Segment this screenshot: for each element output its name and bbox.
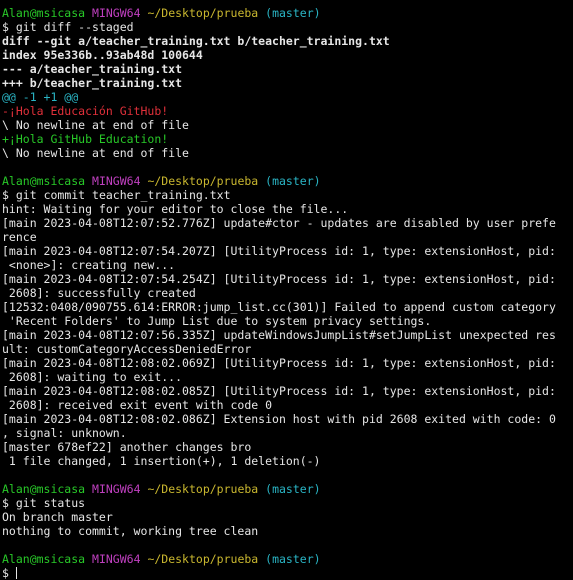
prompt-user-host: Alan@msicasa [2, 174, 86, 188]
output-line: [main 2023-04-08T12:08:02.069Z] [Utility… [2, 356, 556, 370]
output-line: [12532:0408/090755.614:ERROR:jump_list.c… [2, 300, 556, 314]
prompt-line: Alan@msicasa MINGW64 ~/Desktop/prueba (m… [2, 6, 573, 20]
prompt-line: Alan@msicasa MINGW64 ~/Desktop/prueba (m… [2, 174, 573, 188]
prompt-path: ~/Desktop/prueba [147, 6, 259, 20]
text-cursor[interactable] [15, 567, 17, 579]
output-line: ult: customCategoryAccessDeniedError [2, 342, 252, 356]
diff-no-newline-note: \ No newline at end of file [2, 146, 189, 160]
command-text: git status [15, 496, 86, 510]
output-line: hint: Waiting for your editor to close t… [2, 202, 349, 216]
prompt-symbol: $ [2, 20, 9, 34]
command-text: git diff --staged [15, 20, 134, 34]
output-line: [master 678ef22] another changes bro [2, 440, 252, 454]
prompt-shell: MINGW64 [92, 482, 141, 496]
prompt-path: ~/Desktop/prueba [147, 552, 259, 566]
prompt-branch: (master) [265, 6, 321, 20]
output-line: 2608]: waiting to exit... [2, 370, 183, 384]
prompt-user-host: Alan@msicasa [2, 482, 86, 496]
output-line: [main 2023-04-08T12:08:02.085Z] [Utility… [2, 384, 556, 398]
command-text: git commit teacher_training.txt [15, 188, 231, 202]
output-line: 'Recent Folders' to Jump List due to sys… [2, 314, 432, 328]
output-line: <none>]: creating new... [2, 258, 176, 272]
prompt-line: Alan@msicasa MINGW64 ~/Desktop/prueba (m… [2, 482, 573, 496]
command-line: $ git commit teacher_training.txt [2, 188, 573, 202]
prompt-user-host: Alan@msicasa [2, 552, 86, 566]
prompt-branch: (master) [265, 552, 321, 566]
prompt-user-host: Alan@msicasa [2, 6, 86, 20]
output-line: On branch master [2, 510, 113, 524]
prompt-line: Alan@msicasa MINGW64 ~/Desktop/prueba (m… [2, 552, 573, 566]
diff-header: diff --git a/teacher_training.txt b/teac… [2, 34, 390, 48]
diff-hunk-header: @@ -1 +1 @@ [2, 90, 79, 104]
diff-removed-line: -¡Hola Educación GitHub! [2, 104, 169, 118]
output-line: [main 2023-04-08T12:07:54.207Z] [Utility… [2, 244, 556, 258]
diff-no-newline-note: \ No newline at end of file [2, 118, 189, 132]
diff-index: index 95e336b..93ab48d 100644 [2, 48, 203, 62]
output-line: nothing to commit, working tree clean [2, 524, 259, 538]
output-line: [main 2023-04-08T12:07:56.335Z] updateWi… [2, 328, 556, 342]
active-command-line[interactable]: $ [2, 566, 573, 580]
output-line: , signal: unknown. [2, 426, 127, 440]
prompt-path: ~/Desktop/prueba [147, 482, 259, 496]
prompt-symbol: $ [2, 566, 9, 580]
output-line: 1 file changed, 1 insertion(+), 1 deleti… [2, 454, 321, 468]
terminal-window[interactable]: Alan@msicasa MINGW64 ~/Desktop/prueba (m… [0, 0, 573, 580]
output-line: 2608]: successfully created [2, 286, 196, 300]
diff-plus-file: +++ b/teacher_training.txt [2, 76, 183, 90]
output-line: [main 2023-04-08T12:07:54.254Z] [Utility… [2, 272, 556, 286]
output-line: rence [2, 230, 37, 244]
prompt-symbol: $ [2, 496, 9, 510]
prompt-branch: (master) [265, 482, 321, 496]
prompt-shell: MINGW64 [92, 6, 141, 20]
prompt-shell: MINGW64 [92, 552, 141, 566]
diff-minus-file: --- a/teacher_training.txt [2, 62, 183, 76]
prompt-branch: (master) [265, 174, 321, 188]
output-line: 2608]: received exit event with code 0 [2, 398, 273, 412]
prompt-path: ~/Desktop/prueba [147, 174, 259, 188]
prompt-symbol: $ [2, 188, 9, 202]
output-line: [main 2023-04-08T12:08:02.086Z] Extensio… [2, 412, 556, 426]
output-line: [main 2023-04-08T12:07:52.776Z] update#c… [2, 216, 556, 230]
diff-added-line: +¡Hola GitHub Education! [2, 132, 169, 146]
command-line: $ git diff --staged [2, 20, 573, 34]
command-line: $ git status [2, 496, 573, 510]
prompt-shell: MINGW64 [92, 174, 141, 188]
